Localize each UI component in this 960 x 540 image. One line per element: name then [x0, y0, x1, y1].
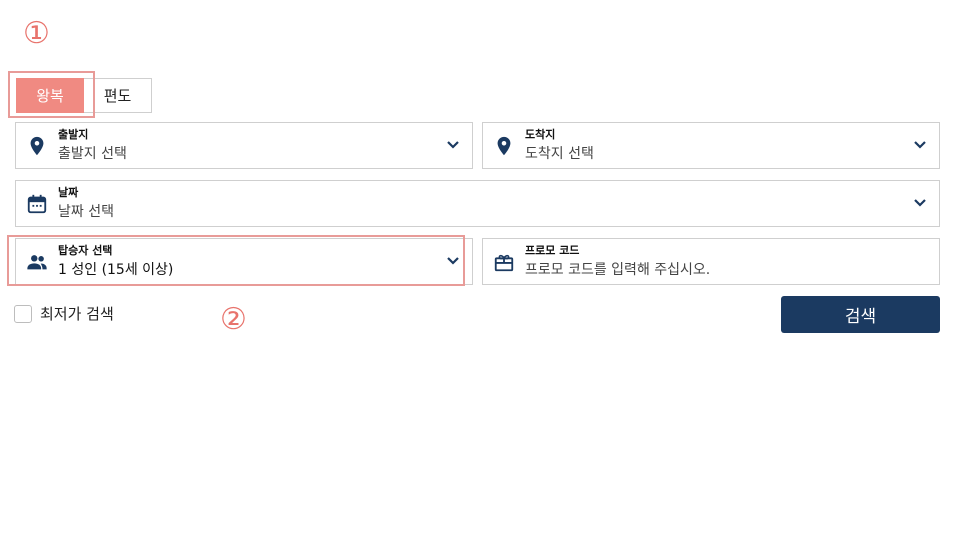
lowest-fare-option[interactable]: 최저가 검색 — [14, 303, 114, 324]
location-pin-icon — [30, 136, 44, 156]
promo-code-label: 프로모 코드 — [525, 244, 580, 257]
origin-select[interactable]: 출발지 출발지 선택 — [15, 122, 473, 169]
destination-label: 도착지 — [525, 128, 556, 141]
annotation-marker-2: ② — [220, 302, 247, 337]
promo-code-input[interactable]: 프로모 코드를 입력해 주십시오. — [525, 259, 710, 279]
passenger-highlight — [7, 235, 465, 286]
date-value: 날짜 선택 — [58, 204, 114, 220]
calendar-icon — [27, 194, 47, 214]
date-label: 날짜 — [58, 186, 79, 199]
promo-code-field[interactable]: 프로모 코드 프로모 코드를 입력해 주십시오. — [482, 238, 940, 285]
origin-label: 출발지 — [58, 128, 89, 141]
round-trip-highlight — [8, 71, 95, 118]
gift-icon — [494, 254, 514, 272]
origin-value: 출발지 선택 — [58, 146, 127, 162]
location-pin-icon — [497, 136, 511, 156]
chevron-down-icon — [914, 141, 926, 149]
chevron-down-icon — [447, 141, 459, 149]
search-button[interactable]: 검색 — [781, 296, 940, 333]
annotation-marker-1: ① — [23, 16, 50, 51]
destination-select[interactable]: 도착지 도착지 선택 — [482, 122, 940, 169]
lowest-fare-checkbox[interactable] — [14, 304, 32, 323]
chevron-down-icon — [914, 199, 926, 207]
destination-value: 도착지 선택 — [525, 146, 594, 162]
date-select[interactable]: 날짜 날짜 선택 — [15, 180, 940, 227]
lowest-fare-label: 최저가 검색 — [40, 305, 114, 323]
